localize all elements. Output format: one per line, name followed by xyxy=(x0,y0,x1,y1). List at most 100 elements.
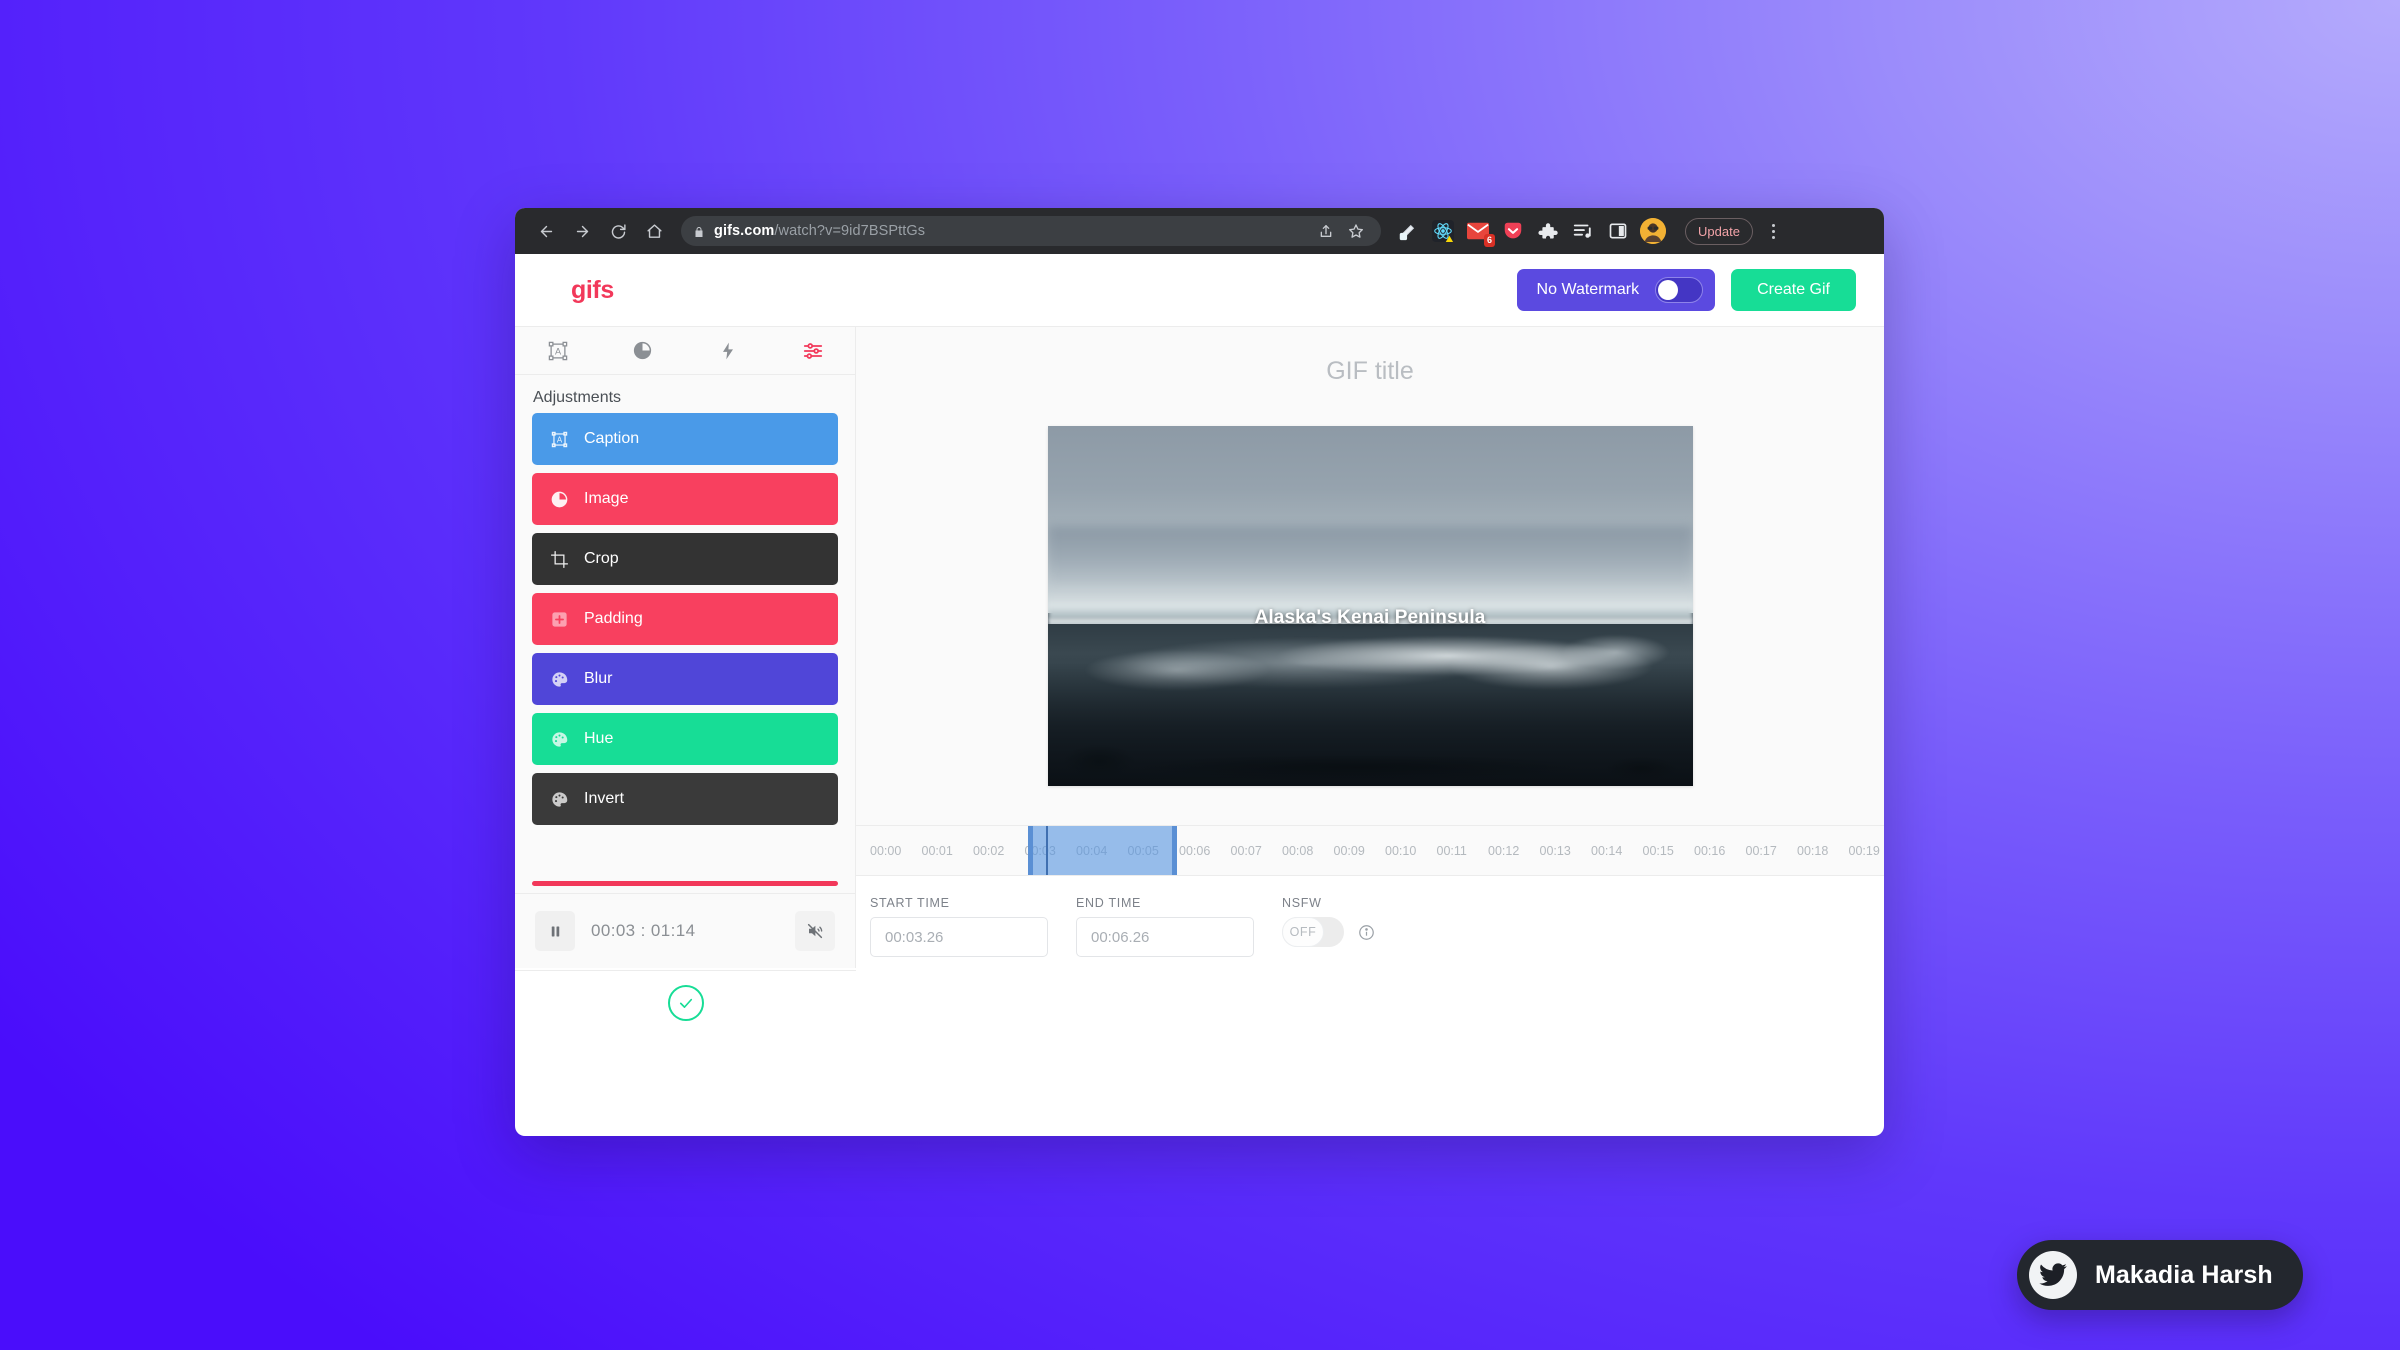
timeline-tick: 00:02 xyxy=(973,843,1005,858)
nsfw-row: OFF xyxy=(1282,917,1375,947)
gif-title-input[interactable]: GIF title xyxy=(856,327,1884,386)
timeline[interactable]: 00:00 00:01 00:02 00:03 00:04 00:05 00:0… xyxy=(856,825,1884,875)
adjustments-title: Adjustments xyxy=(533,389,622,406)
time-display: 00:03 : 01:14 xyxy=(591,921,696,940)
browser-menu-icon[interactable] xyxy=(1764,218,1784,244)
tab-effects[interactable] xyxy=(685,341,770,361)
start-time-label: START TIME xyxy=(870,896,950,910)
mute-button[interactable] xyxy=(795,911,835,951)
sidebar-tabs: A xyxy=(515,327,855,375)
adjustment-item-invert[interactable]: Invert xyxy=(532,773,838,825)
twitter-credit-badge[interactable]: Makadia Harsh xyxy=(2017,1240,2303,1310)
star-icon[interactable] xyxy=(1343,218,1369,244)
start-time-input[interactable] xyxy=(870,917,1048,957)
timeline-playhead[interactable] xyxy=(1046,826,1048,875)
confirm-slot xyxy=(515,971,856,1021)
extensions-tray: 6 Update xyxy=(1395,217,1784,247)
timeline-tick: 00:15 xyxy=(1642,843,1674,858)
nsfw-group: NSFW OFF xyxy=(1282,896,1375,947)
svg-text:A: A xyxy=(554,346,561,356)
avatar[interactable] xyxy=(1640,218,1666,244)
adjustment-label: Invert xyxy=(584,790,625,807)
adjustment-item-padding[interactable]: Padding xyxy=(532,593,838,645)
adjustment-item-hue[interactable]: Hue xyxy=(532,713,838,765)
adjustment-item-crop[interactable]: Crop xyxy=(532,533,838,585)
tab-image[interactable] xyxy=(600,340,685,361)
tab-adjustments[interactable] xyxy=(770,340,855,362)
palette-icon xyxy=(548,668,570,690)
eyedropper-extension-icon[interactable] xyxy=(1395,218,1421,244)
check-circle-icon[interactable] xyxy=(667,985,704,1021)
timeline-tick: 00:00 xyxy=(870,843,902,858)
nsfw-toggle[interactable]: OFF xyxy=(1282,917,1344,947)
timeline-ticks: 00:00 00:01 00:02 00:03 00:04 00:05 00:0… xyxy=(856,826,1884,875)
react-devtools-extension-icon[interactable] xyxy=(1430,218,1456,244)
contrast-circle-icon xyxy=(548,488,570,510)
cloud-band xyxy=(1047,526,1693,584)
adjustment-item-caption[interactable]: A Caption xyxy=(532,413,838,465)
adjustment-item-blur[interactable]: Blur xyxy=(532,653,838,705)
pause-button[interactable] xyxy=(535,911,575,951)
adjustments-list: A Caption Image Crop Padding Blur Hue In… xyxy=(515,413,855,825)
palette-icon xyxy=(548,788,570,810)
timeline-tick: 00:06 xyxy=(1179,843,1211,858)
gifs-logo[interactable]: gifs xyxy=(571,276,614,305)
pocket-extension-icon[interactable] xyxy=(1500,218,1526,244)
timeline-selection[interactable] xyxy=(1028,826,1177,875)
browser-window: gifs.com/watch?v=9id7BSPttGs 6 Update gi… xyxy=(515,208,1884,1136)
playlist-extension-icon[interactable] xyxy=(1570,218,1596,244)
adjustment-label: Caption xyxy=(584,430,640,447)
create-gif-button[interactable]: Create Gif xyxy=(1731,269,1856,311)
home-icon[interactable] xyxy=(637,214,671,248)
no-watermark-toggle[interactable]: No Watermark xyxy=(1516,269,1716,311)
sidebar-panel-icon[interactable] xyxy=(1605,218,1631,244)
url-domain: gifs.com xyxy=(714,223,775,239)
sky-region xyxy=(1047,425,1693,613)
browser-toolbar: gifs.com/watch?v=9id7BSPttGs 6 Update xyxy=(515,208,1884,254)
timeline-tick: 00:11 xyxy=(1436,843,1467,858)
palette-icon xyxy=(548,728,570,750)
app-body: A Adjustments A Caption Image Crop Paddi… xyxy=(515,327,1884,968)
caption-overlay[interactable]: Alaska's Kenai Peninsula xyxy=(1048,607,1693,629)
url-text: gifs.com/watch?v=9id7BSPttGs xyxy=(714,223,925,239)
timeline-tick: 00:13 xyxy=(1539,843,1571,858)
share-icon[interactable] xyxy=(1313,218,1339,244)
no-watermark-label: No Watermark xyxy=(1536,281,1640,298)
adjustment-label: Crop xyxy=(584,550,619,567)
forest-region xyxy=(1047,663,1693,786)
end-time-input[interactable] xyxy=(1076,917,1254,957)
forward-arrow-icon[interactable] xyxy=(565,214,599,248)
gmail-extension-icon[interactable]: 6 xyxy=(1465,218,1495,247)
update-button[interactable]: Update xyxy=(1685,217,1753,245)
confirm-area xyxy=(515,970,856,1063)
timeline-tick: 00:01 xyxy=(921,843,953,858)
sidebar-scroll-indicator[interactable] xyxy=(515,881,855,887)
app-header: gifs No Watermark Create Gif xyxy=(515,254,1884,327)
crop-icon xyxy=(548,548,570,570)
url-path: /watch?v=9id7BSPttGs xyxy=(774,223,926,239)
reload-icon[interactable] xyxy=(601,214,635,248)
adjustment-item-image[interactable]: Image xyxy=(532,473,838,525)
navigation-buttons xyxy=(529,214,671,248)
watermark-toggle-track[interactable] xyxy=(1655,277,1704,303)
timeline-tick: 00:19 xyxy=(1848,843,1880,858)
timeline-tick: 00:08 xyxy=(1282,843,1314,858)
adjustment-label: Blur xyxy=(584,670,613,687)
player-controls: 00:03 : 01:14 xyxy=(515,893,855,968)
end-time-label: END TIME xyxy=(1076,896,1142,910)
adjustment-label: Image xyxy=(584,490,629,507)
timeline-tick: 00:10 xyxy=(1385,843,1417,858)
nsfw-toggle-knob: OFF xyxy=(1282,917,1324,947)
video-preview[interactable]: Alaska's Kenai Peninsula xyxy=(1047,425,1693,786)
tab-caption[interactable]: A xyxy=(515,340,600,362)
address-bar[interactable]: gifs.com/watch?v=9id7BSPttGs xyxy=(681,216,1381,246)
adjustment-label: Hue xyxy=(584,730,614,747)
lock-icon xyxy=(693,225,705,237)
caption-box-icon: A xyxy=(548,428,570,450)
puzzle-extensions-icon[interactable] xyxy=(1535,218,1561,244)
twitter-bird-icon xyxy=(2029,1251,2077,1299)
info-icon[interactable] xyxy=(1358,924,1375,941)
timeline-tick: 00:17 xyxy=(1745,843,1777,858)
back-arrow-icon[interactable] xyxy=(529,214,563,248)
gmail-badge: 6 xyxy=(1483,234,1495,247)
